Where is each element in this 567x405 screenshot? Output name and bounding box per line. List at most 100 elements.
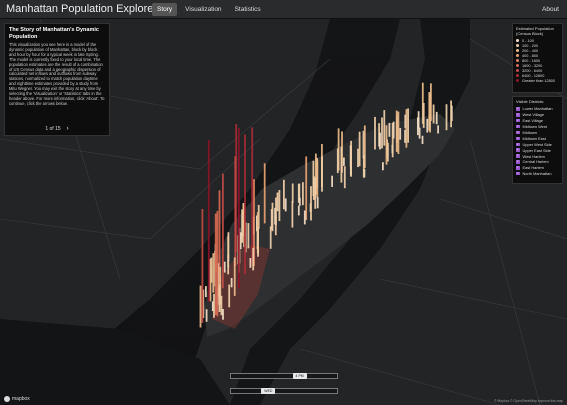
population-column (218, 284, 221, 312)
population-legend: Estimated Population (Census Block) 0 - … (512, 23, 563, 93)
districts-title: Visible Districts: (516, 99, 545, 104)
population-column (238, 128, 240, 289)
legend-label: 1600 - 3200 (522, 63, 543, 68)
population-column (383, 110, 386, 146)
population-column (316, 197, 319, 209)
population-column (405, 109, 408, 148)
population-column (432, 104, 435, 124)
population-column (234, 156, 237, 267)
mapbox-logo[interactable]: mapbox (4, 396, 30, 402)
tab-visualization[interactable]: Visualization (180, 3, 226, 16)
district-label: Upper East Side (522, 147, 551, 153)
district-label: East Harlem (522, 165, 544, 171)
checkbox-checked-icon[interactable]: ✓ (516, 160, 520, 164)
population-column (199, 285, 202, 328)
population-column (222, 309, 224, 320)
district-toggle-lower-manhattan[interactable]: ✓ Lower Manhattan (516, 106, 559, 112)
population-column (385, 125, 388, 165)
population-column (220, 295, 223, 316)
map-attribution[interactable]: © Mapbox © OpenStreetMap Improve this ma… (494, 399, 563, 403)
population-column (417, 117, 419, 136)
district-label: North Manhattan (522, 171, 552, 177)
population-column (418, 127, 421, 139)
legend-label: 6400 - 12800 (522, 73, 545, 78)
population-column (422, 103, 425, 128)
population-column (331, 175, 333, 187)
tab-story[interactable]: Story (152, 2, 178, 16)
population-column (362, 155, 365, 178)
legend-swatch (516, 79, 519, 82)
population-column (213, 293, 215, 318)
district-label: Midtown West (522, 124, 547, 130)
population-column (321, 156, 323, 192)
population-column (340, 146, 343, 183)
legend-swatch (516, 54, 519, 57)
about-link[interactable]: About (542, 6, 567, 13)
population-column (379, 132, 381, 150)
population-column (336, 148, 339, 174)
legend-label: 100 - 200 (522, 43, 539, 48)
mapbox-icon (4, 396, 10, 402)
day-slider-handle[interactable]: WED (261, 388, 276, 394)
population-column (291, 201, 294, 228)
legend-title: Estimated Population (Census Block) (516, 26, 554, 36)
population-column (207, 140, 210, 303)
checkbox-checked-icon[interactable]: ✓ (516, 118, 520, 123)
legend-swatch (516, 64, 519, 67)
population-column (388, 122, 391, 137)
next-arrow-icon[interactable]: › (67, 126, 69, 132)
district-label: Lower Manhattan (522, 106, 553, 112)
day-slider[interactable]: WED (230, 388, 338, 394)
checkbox-checked-icon[interactable]: ✓ (516, 113, 520, 117)
population-column (397, 111, 400, 154)
checkbox-checked-icon[interactable]: ✓ (516, 130, 520, 135)
population-column (228, 284, 231, 308)
population-column (310, 186, 312, 221)
header-bar: Manhattan Population Explorer Story Visu… (0, 0, 567, 19)
checkbox-checked-icon[interactable]: ✓ (516, 107, 520, 111)
checkbox-checked-icon[interactable]: ✓ (516, 124, 520, 129)
population-column (343, 166, 346, 189)
population-column (278, 190, 281, 222)
legend-label: 400 - 800 (522, 53, 539, 58)
population-column (227, 255, 230, 275)
population-column (316, 159, 319, 198)
population-column (230, 278, 233, 288)
district-toggle-north-manhattan[interactable]: ✓ North Manhattan (516, 171, 559, 177)
population-column (445, 104, 448, 131)
population-column (257, 227, 259, 257)
nav-tabs: Story Visualization Statistics (152, 0, 269, 19)
checkbox-checked-icon[interactable]: ✓ (516, 148, 520, 152)
population-column (437, 125, 439, 134)
time-slider[interactable]: 4 PM (230, 373, 338, 379)
checkbox-checked-icon[interactable]: ✓ (516, 136, 520, 141)
population-column (284, 198, 287, 212)
population-column (209, 258, 212, 302)
population-column (382, 162, 384, 171)
checkbox-checked-icon[interactable]: ✓ (516, 142, 520, 147)
story-panel: The Story of Manhattan's Dynamic Populat… (4, 23, 110, 136)
district-label: Upper West Side (522, 141, 552, 147)
legend-label: Greater than 12800 (522, 78, 555, 83)
district-label: Midtown (522, 130, 538, 135)
tab-statistics[interactable]: Statistics (230, 3, 266, 16)
legend-label: 0 - 100 (522, 38, 534, 43)
checkbox-checked-icon[interactable]: ✓ (516, 166, 520, 170)
checkbox-checked-icon[interactable]: ✓ (516, 154, 520, 158)
population-column (249, 258, 252, 268)
district-label: West Village (522, 112, 544, 118)
population-column (303, 210, 306, 225)
population-column (314, 177, 317, 209)
population-column (357, 148, 359, 168)
population-column (391, 123, 394, 158)
district-label: Midtown East (522, 135, 546, 141)
population-column (212, 253, 215, 293)
legend-swatch (516, 69, 519, 72)
population-column (251, 127, 254, 266)
time-slider-handle[interactable]: 4 PM (292, 373, 307, 379)
legend-swatch (516, 39, 519, 42)
legend-swatch (516, 59, 519, 62)
checkbox-checked-icon[interactable]: ✓ (516, 171, 520, 176)
population-column (252, 247, 255, 271)
population-column (298, 197, 301, 206)
